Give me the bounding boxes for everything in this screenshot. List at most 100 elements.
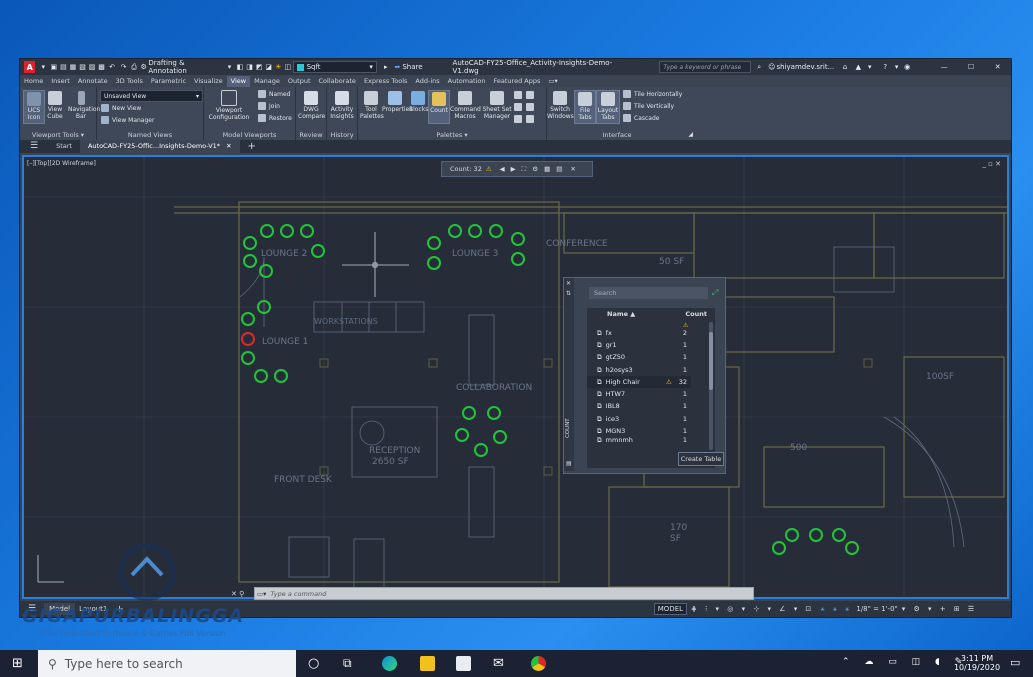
viewport-configuration-button[interactable]: Viewport Configuration (208, 90, 250, 121)
tile-horizontally-button[interactable]: Tile Horizontally (623, 90, 682, 98)
dwg-compare-button[interactable]: DWG Compare (298, 91, 325, 120)
next-arrow-icon[interactable]: ▶ (511, 165, 516, 173)
expand-icon[interactable]: ⤢ (712, 288, 718, 298)
web-icon[interactable]: ▨ (87, 61, 97, 73)
new-icon[interactable]: ▣ (49, 61, 59, 73)
chair-marker[interactable] (468, 224, 482, 238)
exchange-chevron-icon[interactable]: ▾ (865, 61, 875, 73)
more-icon[interactable]: ▸ (381, 61, 391, 73)
layer-state-icon[interactable]: ◨ (245, 61, 255, 73)
chair-marker[interactable] (311, 244, 325, 258)
minimize-icon[interactable]: — (931, 61, 958, 73)
named-view-combo[interactable]: Unsaved View ▾ (100, 90, 203, 102)
tab-view[interactable]: View (226, 76, 251, 87)
chrome-icon[interactable] (531, 656, 546, 671)
previous-arrow-icon[interactable]: ◀ (500, 165, 505, 173)
redo-icon[interactable]: ↷ (118, 61, 129, 73)
sheet-set-manager-button[interactable]: Sheet Set Manager (482, 91, 512, 120)
workspace-chevron-icon[interactable]: ▾ (226, 61, 234, 73)
chair-marker[interactable] (772, 541, 786, 555)
chair-marker[interactable] (785, 528, 799, 542)
chair-marker[interactable] (493, 430, 507, 444)
annotation-scale[interactable]: 1/8" = 1'-0" (856, 605, 897, 613)
palette-menu-icon[interactable]: ▤ (566, 460, 572, 467)
chair-marker[interactable] (427, 256, 441, 270)
task-view-icon[interactable]: ⧉ (343, 656, 358, 671)
file-tabs-button[interactable]: File Tabs (574, 90, 596, 124)
app-menu-chevron-icon[interactable]: ▾ (39, 61, 47, 73)
viewport-controls-label[interactable]: [–][Top][2D Wireframe] (27, 160, 96, 167)
cortana-icon[interactable]: ○ (308, 656, 323, 671)
layer-props-icon[interactable]: ◩ (254, 61, 264, 73)
annotation-icons[interactable]: ⚹ ⚹ ⚹ (820, 605, 852, 614)
chair-marker-warning[interactable] (241, 332, 255, 346)
tab-insert[interactable]: Insert (47, 76, 74, 87)
external-ref-icon[interactable] (526, 103, 534, 111)
store-icon[interactable] (456, 656, 471, 671)
command-macros-button[interactable]: Command Macros (450, 91, 481, 120)
restore-button[interactable]: Restore (258, 114, 292, 122)
open-icon[interactable]: ▤ (59, 61, 69, 73)
save-icon[interactable]: ▦ (68, 61, 78, 73)
list-item[interactable]: ⧉ gr1 1 (587, 339, 691, 351)
count-button[interactable]: Count (428, 90, 450, 124)
taskbar-search[interactable]: ⚲ Type here to search (38, 650, 296, 677)
cart-icon[interactable]: ⌂ (838, 61, 851, 73)
list-item[interactable]: ⧉ HTW7 1 (587, 388, 691, 400)
list-item[interactable]: ⧉ ice3 1 (587, 413, 691, 425)
chair-marker[interactable] (455, 428, 469, 442)
chair-marker[interactable] (511, 232, 525, 246)
column-header-name[interactable]: Name ▲ (607, 310, 635, 318)
table-icon[interactable]: ▤ (556, 165, 562, 173)
new-tab-icon[interactable]: + (240, 140, 264, 153)
list-item[interactable]: ⧉ h2osys3 1 (587, 364, 691, 376)
mapping-icon[interactable] (526, 115, 534, 123)
panel-expand-icon[interactable]: ◢ (688, 131, 693, 138)
autocad-logo-icon[interactable]: A (24, 61, 36, 73)
tab-featured-apps[interactable]: Featured Apps (490, 76, 545, 87)
layer-combo[interactable]: Sqft ▾ (292, 61, 377, 73)
layout-tabs-button[interactable]: Layout Tabs (596, 90, 620, 124)
start-tab[interactable]: Start (48, 140, 80, 153)
ucs-icon-button[interactable]: UCS Icon (23, 90, 45, 124)
edge-icon[interactable] (382, 656, 397, 671)
user-icon[interactable]: ☺ (767, 61, 777, 73)
list-item[interactable]: ⧉ fx 2 (587, 327, 691, 339)
drawing-viewport[interactable]: LOUNGE 2 LOUNGE 3 LOUNGE 1 CONFERENCE CO… (22, 155, 1009, 599)
chair-marker[interactable] (462, 406, 476, 420)
tab-parametric[interactable]: Parametric (147, 76, 190, 87)
list-item[interactable]: ⧉ mmnmh 1 (587, 436, 691, 444)
zoom-to-object-icon[interactable]: ⛶ (522, 165, 527, 174)
close-icon[interactable]: ✕ (984, 61, 1011, 73)
view-cube-button[interactable]: View Cube (44, 91, 66, 120)
status-tools-icons[interactable]: ⋕ ⁝ ▾ ◎ ▾ ⊹ ▾ ∠ ▾ ⊡ (691, 605, 814, 613)
count-search-input[interactable]: Search (589, 287, 708, 299)
new-view-button[interactable]: New View (101, 104, 141, 112)
user-name[interactable]: shiyamdev.srit... (777, 61, 835, 73)
list-scrollbar[interactable] (709, 322, 713, 450)
chair-marker[interactable] (243, 236, 257, 250)
tab-automation[interactable]: Automation (444, 76, 490, 87)
close-count-icon[interactable]: ✕ (570, 165, 575, 173)
warning-icon[interactable]: ⚠ (486, 165, 492, 173)
switch-windows-button[interactable]: Switch Windows (547, 91, 574, 120)
maximize-icon[interactable]: ☐ (958, 61, 985, 73)
autodesk-apps-icon[interactable]: ▲ (852, 61, 865, 73)
chair-marker[interactable] (474, 443, 488, 457)
create-table-button[interactable]: Create Table (678, 452, 724, 466)
palette-properties-icon[interactable]: ⇅ (566, 290, 571, 297)
layer-palette-icon[interactable] (514, 115, 522, 123)
tab-annotate[interactable]: Annotate (74, 76, 112, 87)
layer-lock-icon[interactable]: ◫ (283, 61, 293, 73)
chair-marker[interactable] (254, 369, 268, 383)
list-item-selected[interactable]: ⧉ High Chair ⚠ 32 (587, 376, 691, 388)
plot-icon[interactable]: ⎙ (129, 61, 139, 73)
chair-marker[interactable] (511, 252, 525, 266)
tab-add-ins[interactable]: Add-ins (411, 76, 443, 87)
tab-collaborate[interactable]: Collaborate (315, 76, 360, 87)
tab-home[interactable]: Home (20, 76, 47, 87)
named-viewports-button[interactable]: Named (258, 90, 291, 98)
workspace-status-icons[interactable]: ▾ ⚙ ▾ + ⊞ ☰ (902, 605, 977, 613)
layer-freeze-icon[interactable]: ◪ (264, 61, 274, 73)
print-icon[interactable]: ▩ (97, 61, 107, 73)
